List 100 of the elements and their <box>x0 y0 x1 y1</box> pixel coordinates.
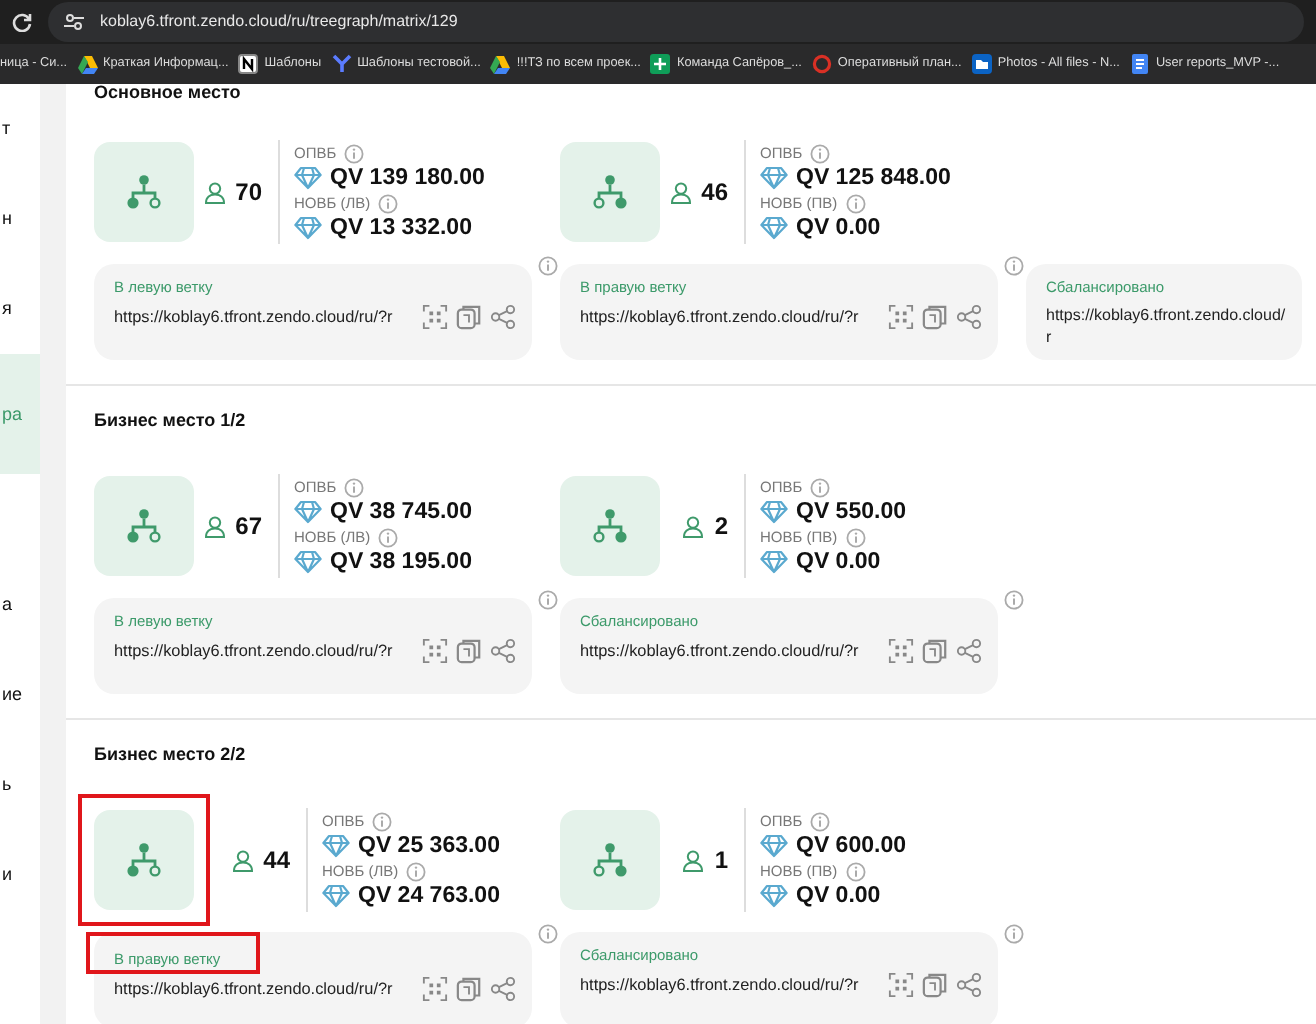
person-icon <box>231 849 254 871</box>
diamond-icon <box>322 834 350 858</box>
ring-icon <box>811 54 832 74</box>
diamond-icon <box>760 166 788 190</box>
qr-code-icon[interactable] <box>422 638 448 664</box>
diamond-icon <box>294 500 322 524</box>
tree-icon <box>126 508 162 544</box>
diamond-icon <box>294 550 322 574</box>
link-url: https://koblay6.tfront.zendo.cloud/ru/?r <box>114 306 395 328</box>
info-icon <box>538 256 558 276</box>
diamond-icon <box>322 884 350 908</box>
diamond-icon <box>760 834 788 858</box>
sidebar-item[interactable]: ь <box>0 740 40 830</box>
qr-code-icon[interactable] <box>422 976 448 1002</box>
info-icon <box>845 193 866 213</box>
tree-button[interactable] <box>94 810 194 910</box>
sheet-icon <box>650 54 671 74</box>
person-icon <box>682 849 705 871</box>
member-count: 1 <box>714 844 728 878</box>
member-count: 70 <box>235 176 262 210</box>
qr-code-icon[interactable] <box>888 638 914 664</box>
sidebar-item[interactable]: ие <box>0 650 40 740</box>
section-title: Бизнес место 2/2 <box>94 742 248 766</box>
tree-button[interactable] <box>560 810 660 910</box>
tree-icon <box>126 842 162 878</box>
diamond-icon <box>294 216 322 240</box>
copy-icon[interactable] <box>456 304 482 330</box>
info-icon <box>538 924 558 944</box>
info-icon <box>406 861 427 881</box>
sidebar-item[interactable]: н <box>0 174 40 264</box>
share-icon[interactable] <box>956 638 982 664</box>
info-icon <box>845 861 866 881</box>
section-title: Бизнес место 1/2 <box>94 408 248 432</box>
qr-code-icon[interactable] <box>888 972 914 998</box>
diamond-icon <box>760 216 788 240</box>
metric-value: QV 0.00 <box>796 548 881 576</box>
document-icon <box>1129 54 1150 74</box>
tree-button[interactable] <box>94 476 194 576</box>
qr-code-icon[interactable] <box>888 304 914 330</box>
link-url: https://koblay6.tfront.zendo.cloud/ru/?r <box>580 640 861 662</box>
info-icon <box>538 590 558 610</box>
info-icon <box>810 811 831 831</box>
metric-value: QV 38 195.00 <box>330 548 472 576</box>
metric-value: QV 0.00 <box>796 882 881 910</box>
share-icon[interactable] <box>490 976 516 1002</box>
tree-button[interactable] <box>560 142 660 242</box>
diamond-icon <box>760 884 788 908</box>
copy-icon[interactable] <box>922 638 948 664</box>
info-icon <box>810 143 831 163</box>
link-url: https://koblay6.tfront.zendo.cloud/r <box>1046 304 1286 348</box>
drive-icon <box>77 54 98 74</box>
person-icon <box>203 515 226 537</box>
sidebar-item[interactable]: а <box>0 560 40 650</box>
info-icon <box>344 143 365 163</box>
info-icon <box>1004 256 1024 276</box>
sidebar-item[interactable]: т <box>0 84 40 174</box>
y-logo-icon <box>331 54 352 74</box>
copy-icon[interactable] <box>922 972 948 998</box>
link-url: https://koblay6.tfront.zendo.cloud/ru/?r <box>114 640 395 662</box>
folder-icon <box>971 54 992 74</box>
sidebar-item[interactable]: я <box>0 264 40 354</box>
member-count: 2 <box>714 510 728 544</box>
share-icon[interactable] <box>956 972 982 998</box>
tree-icon <box>126 174 162 210</box>
share-icon[interactable] <box>956 304 982 330</box>
link-url: https://koblay6.tfront.zendo.cloud/ru/?r <box>580 974 861 996</box>
link-url: https://koblay6.tfront.zendo.cloud/ru/?r <box>580 306 861 328</box>
metric-value: QV 13 332.00 <box>330 214 472 242</box>
metric-value: QV 0.00 <box>796 214 881 242</box>
qr-code-icon[interactable] <box>422 304 448 330</box>
diamond-icon <box>294 166 322 190</box>
info-icon <box>378 193 399 213</box>
metric-value: QV 550.00 <box>796 498 906 526</box>
tree-button[interactable] <box>560 476 660 576</box>
address-bar[interactable]: koblay6.tfront.zendo.cloud/ru/treegraph/matrix/129 <box>48 2 1304 42</box>
site-settings-icon[interactable] <box>64 12 84 32</box>
tree-icon <box>592 174 628 210</box>
link-url: https://koblay6.tfront.zendo.cloud/ru/?r <box>114 978 395 1000</box>
diamond-icon <box>760 550 788 574</box>
person-icon <box>682 515 705 537</box>
share-icon[interactable] <box>490 304 516 330</box>
info-icon <box>1004 924 1024 944</box>
sidebar-item[interactable]: и <box>0 830 40 920</box>
metric-value: QV 25 363.00 <box>358 832 500 860</box>
diamond-icon <box>760 500 788 524</box>
copy-icon[interactable] <box>456 638 482 664</box>
tree-button[interactable] <box>94 142 194 242</box>
member-count: 44 <box>263 844 290 878</box>
notion-icon <box>238 54 259 74</box>
member-count: 67 <box>235 510 262 544</box>
copy-icon[interactable] <box>922 304 948 330</box>
info-icon <box>1004 590 1024 610</box>
info-icon <box>372 811 393 831</box>
info-icon <box>378 527 399 547</box>
tree-icon <box>592 508 628 544</box>
metric-value: QV 125 848.00 <box>796 164 951 192</box>
person-icon <box>203 181 226 203</box>
copy-icon[interactable] <box>456 976 482 1002</box>
reload-icon[interactable] <box>12 12 32 32</box>
share-icon[interactable] <box>490 638 516 664</box>
